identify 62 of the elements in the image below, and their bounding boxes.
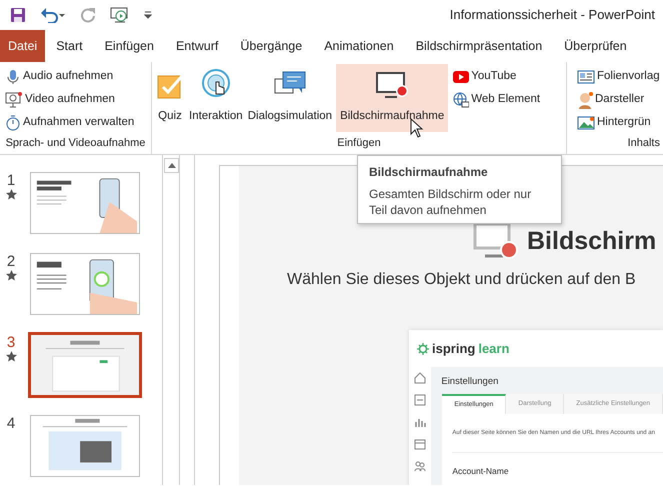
ribbon-tab[interactable]: Animationen (313, 30, 405, 62)
play-video-icon (453, 71, 470, 83)
document-icon[interactable] (414, 394, 426, 406)
cursor-icon (410, 118, 424, 138)
globe-icon (453, 92, 470, 108)
ribbon-button[interactable]: Quiz (155, 64, 185, 132)
home-icon[interactable] (414, 372, 426, 384)
slide-number: 2 (6, 253, 16, 270)
ribbon-button[interactable]: Bildschirmaufnahme (336, 64, 448, 132)
ribbon-tab[interactable]: Start (45, 30, 94, 62)
save-icon[interactable] (10, 7, 26, 23)
scrollbar[interactable] (164, 155, 180, 485)
ribbon-tab[interactable]: Übergänge (229, 30, 314, 62)
slide-title: Bildschirm (527, 228, 656, 254)
caret-up-icon (168, 163, 176, 168)
webcam-icon (5, 92, 23, 108)
slide-thumbnail[interactable] (30, 172, 140, 234)
slide-thumbnail[interactable] (28, 332, 142, 398)
stopwatch-icon (5, 115, 21, 131)
slide-thumbnail[interactable] (30, 415, 140, 477)
tooltip-text: Gesamten Bildschirm oder nur Teil davon aufnehmen (369, 186, 532, 218)
ribbon-button[interactable]: Video aufnehmen (3, 89, 136, 111)
ribbon-tab[interactable]: Entwurf (164, 30, 230, 62)
presenter-icon[interactable] (110, 7, 130, 23)
window-title: Informationssicherheit - PowerPoint (450, 6, 655, 24)
logo-text: learn (478, 340, 510, 358)
calendar-icon[interactable] (414, 438, 426, 450)
image-icon (577, 116, 595, 130)
ribbon-button[interactable]: YouTube (451, 66, 542, 88)
slide-thumbnail[interactable] (30, 253, 140, 315)
ribbon-button[interactable]: Audio aufnehmen (3, 66, 136, 88)
ribbon-button[interactable]: Folienvorlag (575, 66, 662, 88)
ribbon-button[interactable]: Darsteller (575, 89, 662, 111)
gear-icon (417, 342, 429, 354)
group-label: Einfügen (336, 136, 382, 150)
customize-caret-icon[interactable] (144, 11, 152, 19)
ribbon-tab[interactable]: Einfügen (94, 30, 165, 62)
slide-subtitle: Wählen Sie dieses Objekt und drücken auf den B (286, 270, 637, 290)
scroll-up-button[interactable] (164, 158, 179, 173)
slide-number: 1 (6, 172, 16, 189)
ribbon-tab[interactable]: Überprüfen (553, 30, 638, 62)
ribbon-tab[interactable]: Bildschirmpräsentation (404, 30, 554, 62)
group-label: Sprach- und Videoaufnahme (4, 136, 146, 150)
ribbon-button[interactable]: Web Element (451, 89, 542, 111)
page-heading: Einstellungen (441, 375, 500, 389)
microphone-icon (5, 69, 21, 85)
bar-chart-icon[interactable] (414, 416, 426, 428)
people-icon[interactable] (414, 460, 426, 472)
tooltip-title: Bildschirmaufnahme (369, 164, 489, 181)
ribbon-button[interactable]: Interaktion (188, 64, 244, 132)
ribbon-button[interactable]: Hintergrün (575, 112, 662, 134)
logo-text: ispring (432, 340, 476, 358)
ribbon-button[interactable]: Aufnahmen verwalten (3, 112, 136, 134)
slide-number: 3 (6, 334, 16, 351)
group-label: Inhalts (626, 136, 660, 150)
undo-icon[interactable] (40, 7, 66, 23)
person-icon (577, 91, 593, 109)
file-tab[interactable]: Datei (0, 30, 46, 62)
template-icon (577, 70, 595, 84)
ribbon-button[interactable]: Dialogsimulation (246, 64, 334, 132)
section-title: Account-Name (451, 465, 510, 478)
slide-number: 4 (6, 415, 16, 432)
